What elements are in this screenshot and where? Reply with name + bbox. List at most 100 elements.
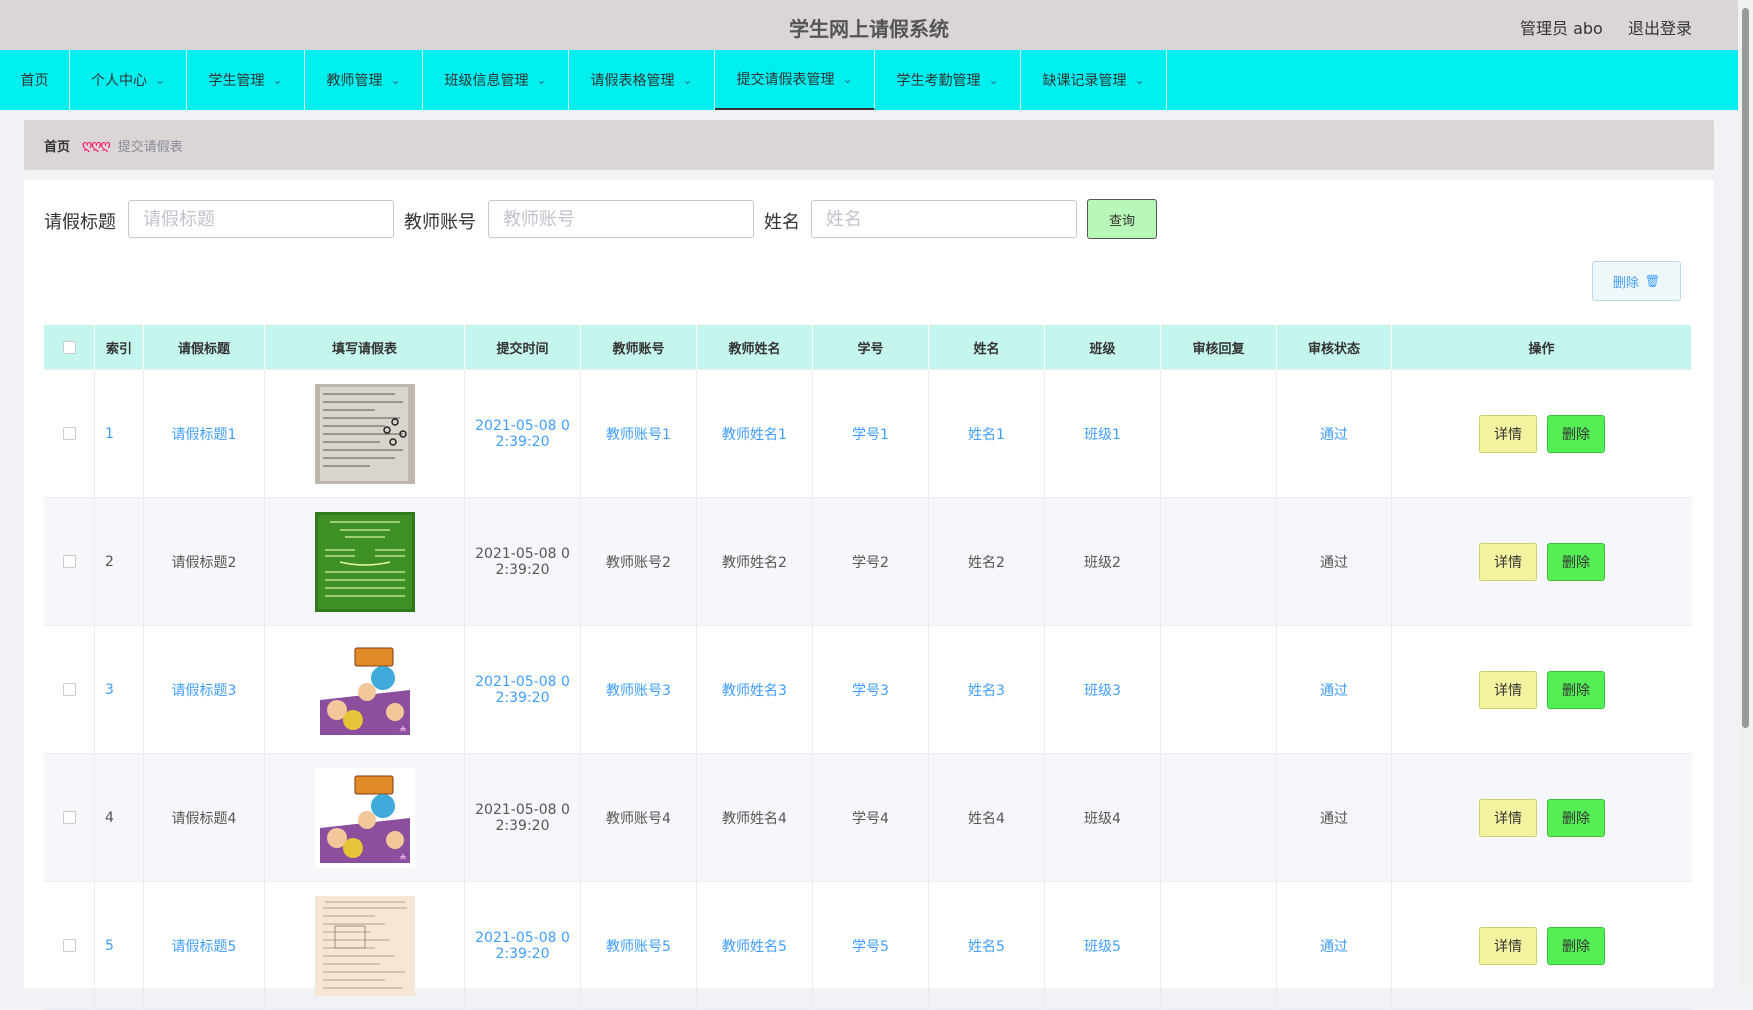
- time-cell: 2021-05-08 0 2:39:20: [465, 882, 581, 1009]
- name-input[interactable]: [811, 200, 1077, 238]
- header-cell: 提交时间: [465, 325, 581, 369]
- time-line1: 2021-05-08 0: [475, 801, 570, 818]
- index-cell: 1: [95, 370, 144, 497]
- detail-button[interactable]: 详情: [1479, 670, 1537, 709]
- nav-item-class-management[interactable]: 班级信息管理 ⌄: [423, 50, 569, 110]
- delete-button[interactable]: 删除: [1547, 542, 1605, 581]
- nav-item-label: 首页: [20, 73, 49, 89]
- chevron-down-icon: ⌄: [682, 73, 693, 87]
- index-cell: 3: [95, 626, 144, 753]
- status-cell: 通过: [1277, 370, 1392, 497]
- query-button[interactable]: 查询: [1087, 199, 1157, 239]
- index-cell: 2: [95, 498, 144, 625]
- row-checkbox[interactable]: [62, 939, 76, 952]
- index-cell: 4: [95, 754, 144, 881]
- select-all-checkbox[interactable]: [62, 340, 76, 354]
- image-cell: [265, 370, 465, 497]
- delete-button[interactable]: 删除: [1547, 926, 1605, 965]
- time-line1: 2021-05-08 0: [475, 417, 570, 434]
- student-no-cell: 学号4: [813, 754, 929, 881]
- nav-item-attendance-management[interactable]: 学生考勤管理 ⌄: [875, 50, 1021, 110]
- name-cell: 姓名2: [929, 498, 1045, 625]
- header-cell: 填写请假表: [265, 325, 465, 369]
- chevron-down-icon: ⌄: [842, 72, 853, 86]
- row-select-cell: [44, 370, 95, 497]
- header-cell: 教师账号: [581, 325, 697, 369]
- leave-title-input[interactable]: [128, 200, 394, 238]
- status-cell: 通过: [1277, 498, 1392, 625]
- scrollbar-thumb[interactable]: [1742, 8, 1749, 728]
- nav-item-submitted-leave-management[interactable]: 提交请假表管理 ⌄: [715, 50, 875, 110]
- batch-delete-button[interactable]: 删除 🗑: [1592, 261, 1681, 301]
- detail-button[interactable]: 详情: [1479, 414, 1537, 453]
- nav-item-leave-form-management[interactable]: 请假表格管理 ⌄: [569, 50, 715, 110]
- nav-item-home[interactable]: 首页: [0, 50, 70, 110]
- nav-item-label: 班级信息管理: [444, 73, 529, 89]
- breadcrumb-current: 提交请假表: [117, 139, 183, 155]
- english-cartoon-thumbnail[interactable]: [314, 639, 415, 740]
- nav-item-student-management[interactable]: 学生管理 ⌄: [187, 50, 305, 110]
- handwritten-notes-thumbnail[interactable]: [314, 383, 415, 484]
- row-select-cell: [44, 882, 95, 1009]
- table-row: 1 请假标题1 2021-05-08 0 2:39:20 教师账号1 教师姓名1…: [44, 370, 1692, 498]
- delete-button[interactable]: 删除: [1547, 414, 1605, 453]
- top-header: 学生网上请假系统 管理员 abo 退出登录: [0, 0, 1738, 50]
- nav-item-label: 缺课记录管理: [1042, 73, 1127, 89]
- table-row: 2 请假标题2 2021-05-08 0 2:39:20 教师账号2 教师姓名2…: [44, 498, 1692, 626]
- nav-item-teacher-management[interactable]: 教师管理 ⌄: [305, 50, 423, 110]
- student-no-cell: 学号2: [813, 498, 929, 625]
- class-cell: 班级4: [1045, 754, 1161, 881]
- title-cell: 请假标题3: [144, 626, 265, 753]
- teacher-account-label: 教师账号: [404, 212, 476, 233]
- status-cell: 通过: [1277, 882, 1392, 1009]
- breadcrumb-home[interactable]: 首页: [44, 136, 70, 155]
- time-line2: 2:39:20: [495, 945, 550, 962]
- header-cell: 请假标题: [144, 325, 265, 369]
- row-checkbox[interactable]: [62, 683, 76, 696]
- name-label: 姓名: [764, 212, 800, 233]
- time-cell: 2021-05-08 0 2:39:20: [465, 370, 581, 497]
- time-line1: 2021-05-08 0: [475, 545, 570, 562]
- nav-item-label: 学生管理: [208, 73, 265, 89]
- detail-button[interactable]: 详情: [1479, 798, 1537, 837]
- time-line2: 2:39:20: [495, 433, 550, 450]
- green-chalkboard-thumbnail[interactable]: [314, 511, 415, 612]
- teacher-account-cell: 教师账号1: [581, 370, 697, 497]
- reply-cell: [1161, 498, 1277, 625]
- header-cell: 姓名: [929, 325, 1045, 369]
- delete-button[interactable]: 删除: [1547, 670, 1605, 709]
- teacher-name-cell: 教师姓名3: [697, 626, 813, 753]
- english-cartoon-thumbnail[interactable]: [314, 767, 415, 868]
- name-cell: 姓名1: [929, 370, 1045, 497]
- teacher-account-cell: 教师账号5: [581, 882, 697, 1009]
- header-cell: 教师姓名: [697, 325, 813, 369]
- time-cell: 2021-05-08 0 2:39:20: [465, 498, 581, 625]
- logout-link[interactable]: 退出登录: [1628, 15, 1692, 39]
- chevron-down-icon: ⌄: [154, 73, 166, 87]
- row-select-cell: [44, 626, 95, 753]
- detail-button[interactable]: 详情: [1479, 926, 1537, 965]
- actions-cell: 详情 删除: [1392, 882, 1692, 1009]
- delete-button[interactable]: 删除: [1547, 798, 1605, 837]
- reply-cell: [1161, 754, 1277, 881]
- time-line2: 2:39:20: [495, 561, 550, 578]
- class-cell: 班级2: [1045, 498, 1161, 625]
- row-checkbox[interactable]: [62, 811, 76, 824]
- nav-item-label: 个人中心: [90, 73, 147, 89]
- page-scrollbar[interactable]: [1738, 0, 1753, 988]
- row-checkbox[interactable]: [62, 427, 76, 440]
- time-cell: 2021-05-08 0 2:39:20: [465, 626, 581, 753]
- teacher-account-input[interactable]: [488, 200, 754, 238]
- header-cell: 索引: [95, 325, 144, 369]
- paper-form-thumbnail[interactable]: [314, 895, 415, 996]
- nav-item-absence-management[interactable]: 缺课记录管理 ⌄: [1021, 50, 1167, 110]
- reply-cell: [1161, 370, 1277, 497]
- row-checkbox[interactable]: [62, 555, 76, 568]
- nav-item-personal-center[interactable]: 个人中心 ⌄: [70, 50, 187, 110]
- header-cell: 审核状态: [1277, 325, 1392, 369]
- class-cell: 班级5: [1045, 882, 1161, 1009]
- header-select-all: [44, 325, 95, 369]
- leave-table: 索引 请假标题 填写请假表 提交时间 教师账号 教师姓名 学号 姓名 班级 审核…: [44, 325, 1692, 1010]
- detail-button[interactable]: 详情: [1479, 542, 1537, 581]
- row-select-cell: [44, 498, 95, 625]
